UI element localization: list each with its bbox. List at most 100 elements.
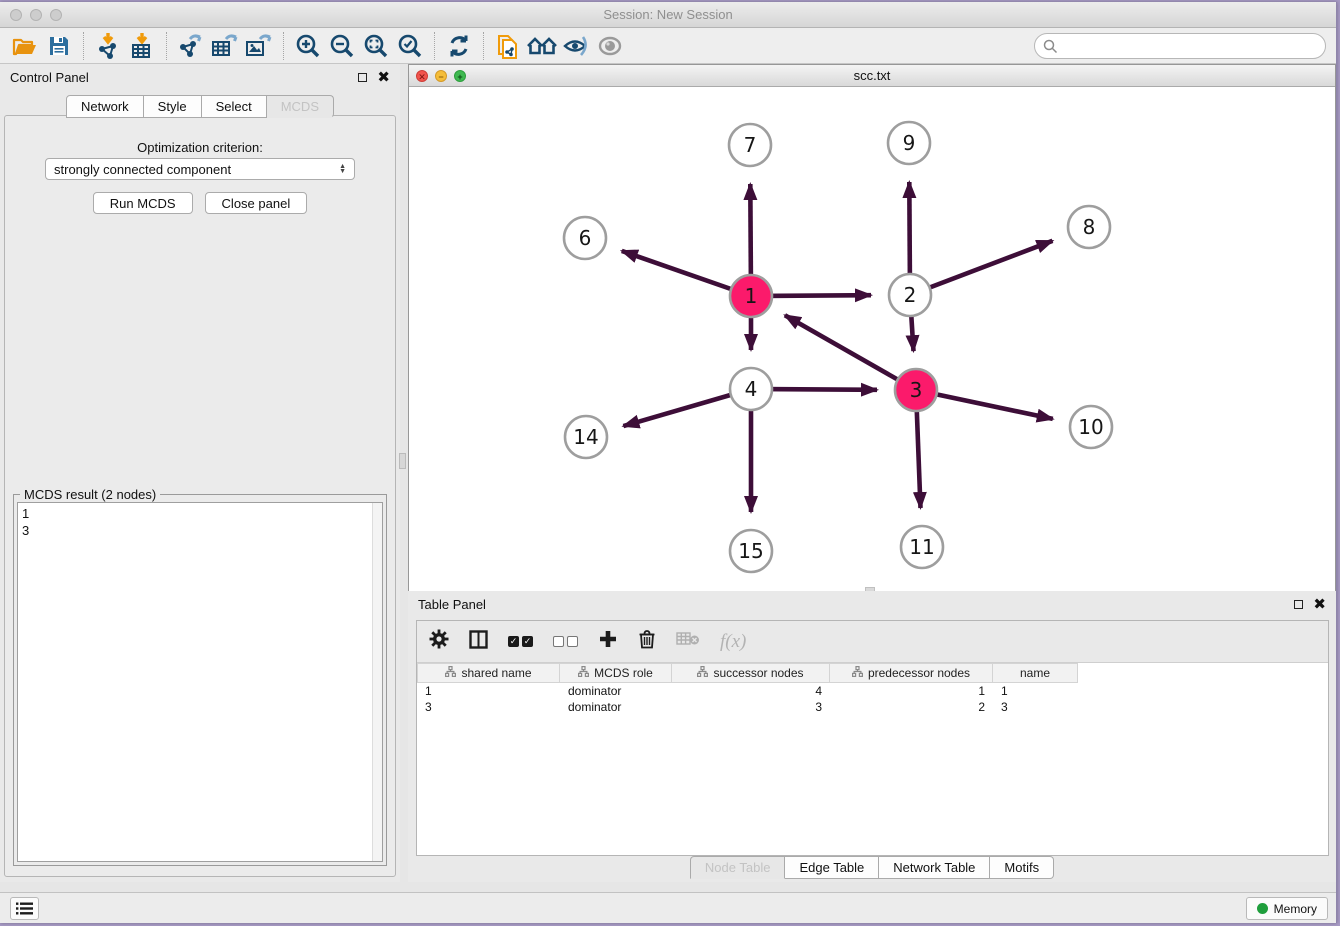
tab-select[interactable]: Select bbox=[202, 95, 267, 118]
cell-name[interactable]: 1 bbox=[993, 683, 1078, 699]
export-table-icon[interactable] bbox=[208, 31, 242, 61]
close-table-panel-icon[interactable]: ✖ bbox=[1313, 600, 1326, 609]
close-panel-icon[interactable]: ✖ bbox=[377, 73, 390, 82]
home-neighbors-icon[interactable] bbox=[525, 31, 559, 61]
export-image-icon[interactable] bbox=[242, 31, 276, 61]
table-panel-tabs: Node TableEdge TableNetwork TableMotifs bbox=[408, 856, 1336, 879]
maximize-window-button[interactable] bbox=[50, 9, 62, 21]
network-maximize-button[interactable]: + bbox=[454, 70, 466, 82]
tab-style[interactable]: Style bbox=[144, 95, 202, 118]
tab-mcds[interactable]: MCDS bbox=[267, 95, 334, 118]
zoom-out-icon[interactable] bbox=[325, 31, 359, 61]
save-session-icon[interactable] bbox=[42, 31, 76, 61]
select-all-checked-icon[interactable]: ✓✓ bbox=[508, 636, 533, 647]
minimize-window-button[interactable] bbox=[30, 9, 42, 21]
add-row-icon[interactable] bbox=[598, 629, 618, 654]
close-panel-button[interactable]: Close panel bbox=[205, 192, 308, 214]
main-toolbar bbox=[0, 28, 1336, 64]
select-none-unchecked-icon[interactable] bbox=[553, 636, 578, 647]
close-window-button[interactable] bbox=[10, 9, 22, 21]
task-history-button[interactable] bbox=[10, 897, 39, 920]
zoom-in-icon[interactable] bbox=[291, 31, 325, 61]
graph-node-15[interactable]: 15 bbox=[730, 530, 772, 572]
graph-node-9[interactable]: 9 bbox=[888, 122, 930, 164]
network-title-bar: ✕ − + scc.txt bbox=[409, 65, 1335, 87]
cell-name[interactable]: 3 bbox=[993, 699, 1078, 715]
cell-MCDS-role[interactable]: dominator bbox=[560, 699, 672, 715]
column-header-name[interactable]: name bbox=[993, 663, 1078, 683]
graph-node-11[interactable]: 11 bbox=[901, 526, 943, 568]
table-panel: Table Panel ✖ ✓✓ bbox=[408, 591, 1336, 882]
delete-row-icon[interactable] bbox=[638, 629, 656, 654]
import-network-icon[interactable] bbox=[91, 31, 125, 61]
open-session-icon[interactable] bbox=[8, 31, 42, 61]
result-scrollbar[interactable] bbox=[372, 503, 382, 861]
tab-network[interactable]: Network bbox=[66, 95, 144, 118]
clone-network-icon[interactable] bbox=[491, 31, 525, 61]
title-bar: Session: New Session bbox=[0, 2, 1336, 28]
graph-edge-2-8[interactable] bbox=[910, 241, 1053, 295]
network-close-button[interactable]: ✕ bbox=[416, 70, 428, 82]
zoom-fit-icon[interactable] bbox=[359, 31, 393, 61]
network-graph[interactable]: 7 9 6 8 1 2 4 3 14 10 15 11 bbox=[409, 87, 1335, 590]
zoom-selected-icon[interactable] bbox=[393, 31, 427, 61]
table-tab-motifs[interactable]: Motifs bbox=[990, 856, 1054, 879]
float-table-panel-icon[interactable] bbox=[1294, 600, 1303, 609]
graph-node-6[interactable]: 6 bbox=[564, 217, 606, 259]
table-row[interactable]: 3dominator323 bbox=[417, 699, 1328, 715]
svg-text:6: 6 bbox=[579, 226, 592, 250]
table-panel-title: Table Panel bbox=[418, 597, 486, 612]
graph-node-4[interactable]: 4 bbox=[730, 368, 772, 410]
graph-node-14[interactable]: 14 bbox=[565, 416, 607, 458]
refresh-icon[interactable] bbox=[442, 31, 476, 61]
column-header-MCDS-role[interactable]: MCDS role bbox=[560, 663, 672, 683]
table-tab-network-table[interactable]: Network Table bbox=[879, 856, 990, 879]
graph-node-10[interactable]: 10 bbox=[1070, 406, 1112, 448]
column-header-predecessor-nodes[interactable]: predecessor nodes bbox=[830, 663, 993, 683]
graph-node-3[interactable]: 3 bbox=[895, 369, 937, 411]
show-graphics-details-icon[interactable] bbox=[593, 31, 627, 61]
import-table-icon[interactable] bbox=[125, 31, 159, 61]
cell-predecessor-nodes[interactable]: 2 bbox=[830, 699, 993, 715]
toolbar-separator bbox=[434, 32, 435, 60]
cell-MCDS-role[interactable]: dominator bbox=[560, 683, 672, 699]
svg-text:7: 7 bbox=[744, 133, 757, 157]
graph-node-8[interactable]: 8 bbox=[1068, 206, 1110, 248]
run-mcds-button[interactable]: Run MCDS bbox=[93, 192, 193, 214]
table-tab-node-table[interactable]: Node Table bbox=[690, 856, 786, 879]
export-network-icon[interactable] bbox=[174, 31, 208, 61]
function-builder-icon[interactable]: f(x) bbox=[720, 631, 746, 653]
network-canvas[interactable]: 7 9 6 8 1 2 4 3 14 10 15 11 bbox=[409, 87, 1335, 595]
graph-node-2[interactable]: 2 bbox=[889, 274, 931, 316]
splitter-grip[interactable] bbox=[399, 453, 406, 469]
column-header-shared-name[interactable]: shared name bbox=[417, 663, 560, 683]
graph-edge-3-1[interactable] bbox=[785, 315, 916, 390]
memory-button[interactable]: Memory bbox=[1246, 897, 1328, 920]
cell-successor-nodes[interactable]: 4 bbox=[672, 683, 830, 699]
list-icon bbox=[16, 902, 33, 915]
delete-table-icon[interactable] bbox=[676, 631, 700, 652]
float-panel-icon[interactable] bbox=[358, 73, 367, 82]
search-input[interactable] bbox=[1058, 39, 1325, 54]
search-box bbox=[1034, 33, 1326, 59]
column-header-successor-nodes[interactable]: successor nodes bbox=[672, 663, 830, 683]
table-tab-edge-table[interactable]: Edge Table bbox=[785, 856, 879, 879]
criterion-select[interactable]: strongly connected component ▲▼ bbox=[45, 158, 355, 180]
graph-node-7[interactable]: 7 bbox=[729, 124, 771, 166]
cell-successor-nodes[interactable]: 3 bbox=[672, 699, 830, 715]
cell-shared-name[interactable]: 1 bbox=[417, 683, 560, 699]
svg-text:15: 15 bbox=[738, 539, 763, 563]
cell-predecessor-nodes[interactable]: 1 bbox=[830, 683, 993, 699]
network-minimize-button[interactable]: − bbox=[435, 70, 447, 82]
toolbar-separator bbox=[83, 32, 84, 60]
hide-graphics-details-icon[interactable] bbox=[559, 31, 593, 61]
svg-text:8: 8 bbox=[1083, 215, 1096, 239]
table-row[interactable]: 1dominator411 bbox=[417, 683, 1328, 699]
graph-node-1[interactable]: 1 bbox=[730, 275, 772, 317]
cell-shared-name[interactable]: 3 bbox=[417, 699, 560, 715]
criterion-value: strongly connected component bbox=[54, 162, 231, 177]
settings-gear-icon[interactable] bbox=[429, 629, 449, 654]
split-columns-icon[interactable] bbox=[469, 630, 488, 654]
mcds-result-text[interactable]: 1 3 bbox=[17, 502, 383, 862]
hierarchy-icon bbox=[445, 666, 456, 680]
